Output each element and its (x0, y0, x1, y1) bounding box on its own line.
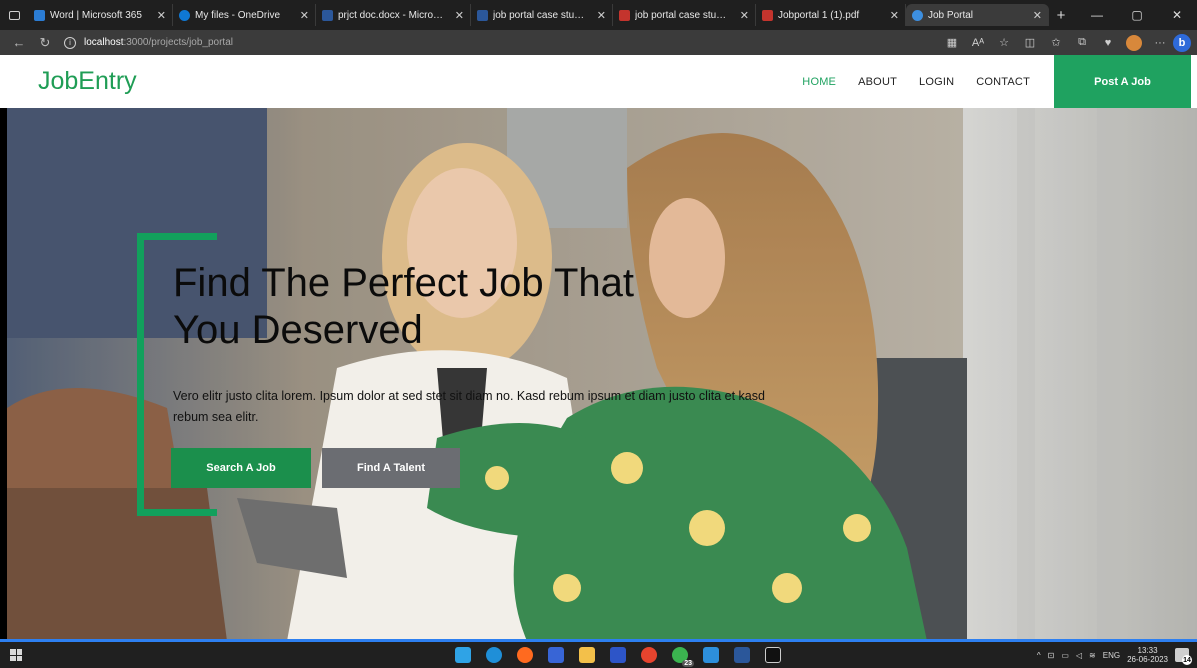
teams-icon[interactable] (548, 647, 564, 663)
tab-title: prjct doc.docx - Microsoft (338, 9, 446, 21)
onedrive-icon (179, 9, 190, 21)
post-job-button[interactable]: Post A Job (1054, 55, 1191, 108)
globe-icon (912, 9, 923, 21)
meet-icon[interactable]: ⊡ (1048, 651, 1055, 660)
heart-icon[interactable]: ♥ (1095, 37, 1121, 49)
read-aloud-icon[interactable]: Aᴬ (965, 37, 991, 49)
nav-login[interactable]: LOGIN (919, 76, 954, 88)
browser-tab[interactable]: Word | Microsoft 365 ✕ (28, 4, 173, 26)
clock-date: 26-06-2023 (1127, 655, 1168, 664)
refresh-icon[interactable]: ↻ (32, 35, 58, 51)
nav-home[interactable]: HOME (802, 76, 836, 88)
collections-icon[interactable]: ⧉ (1069, 36, 1095, 49)
wifi-icon[interactable]: ≋ (1089, 651, 1096, 660)
nav-links: HOME ABOUT LOGIN CONTACT Post A Job (802, 55, 1197, 108)
hero-title-line-2: You Deserved (173, 308, 423, 352)
tab-title: My files - OneDrive (195, 9, 281, 21)
word-icon (34, 9, 45, 21)
browser-tabstrip: Word | Microsoft 365 ✕ My files - OneDri… (0, 0, 1197, 30)
whatsapp-badge: 23 (682, 660, 694, 667)
tab-actions-icon[interactable] (0, 0, 28, 30)
windows-taskbar: 23 ^ ⊡ ▭ ◁ ≋ ENG 13:33 26-06-2023 14 (0, 642, 1197, 668)
url-path: :3000/projects/job_portal (123, 37, 233, 48)
taskbar-apps: 23 (455, 642, 781, 668)
split-screen-icon[interactable]: ◫ (1017, 36, 1043, 49)
word-doc-icon (477, 9, 488, 21)
brand-logo[interactable]: JobEntry (38, 67, 137, 96)
minimize-icon[interactable]: — (1077, 8, 1117, 22)
close-window-icon[interactable]: ✕ (1157, 8, 1197, 22)
browser-tab[interactable]: job portal case study print ✕ (613, 4, 756, 26)
word-doc-icon (322, 9, 333, 21)
whatsapp-icon[interactable]: 23 (672, 647, 694, 667)
close-icon[interactable]: ✕ (455, 9, 464, 22)
file-explorer-icon[interactable] (579, 647, 595, 663)
url-field[interactable]: i localhost:3000/projects/job_portal (64, 33, 939, 53)
tab-title: Job Portal (928, 9, 974, 21)
find-talent-button[interactable]: Find A Talent (322, 448, 460, 488)
app-icon[interactable] (610, 647, 626, 663)
browser-tab[interactable]: Jobportal 1 (1).pdf ✕ (756, 4, 906, 26)
notification-count: 14 (1182, 655, 1192, 665)
pdf-icon (762, 9, 773, 21)
tab-title: job portal case study print (635, 9, 731, 21)
edge-icon[interactable] (486, 647, 502, 663)
hero-section: Find The Perfect Job That You Deserved V… (7, 108, 1197, 641)
maximize-icon[interactable]: ▢ (1117, 8, 1157, 22)
nav-about[interactable]: ABOUT (858, 76, 897, 88)
site-navbar: JobEntry HOME ABOUT LOGIN CONTACT Post A… (0, 55, 1197, 108)
firefox-icon[interactable] (517, 647, 533, 663)
bing-icon[interactable]: b (1173, 33, 1191, 52)
store-icon[interactable] (455, 647, 471, 663)
browser-toolbar: ▦ Aᴬ ☆ ◫ ✩ ⧉ ♥ ··· b (939, 33, 1191, 52)
close-icon[interactable]: ✕ (740, 9, 749, 22)
more-icon[interactable]: ··· (1147, 37, 1173, 49)
notification-icon[interactable]: 14 (1175, 648, 1192, 665)
hero-title: Find The Perfect Job That You Deserved (173, 260, 793, 354)
tab-title: Word | Microsoft 365 (50, 9, 142, 21)
profile-avatar[interactable] (1126, 34, 1142, 51)
vscode-icon[interactable] (703, 647, 719, 663)
close-icon[interactable]: ✕ (300, 9, 309, 22)
hero-description: Vero elitr justo clita lorem. Ipsum dolo… (173, 389, 765, 424)
browser-tab-active[interactable]: Job Portal ✕ (906, 4, 1049, 26)
system-tray: ^ ⊡ ▭ ◁ ≋ ENG 13:33 26-06-2023 14 (1037, 646, 1192, 665)
window-controls: — ▢ ✕ (1077, 8, 1197, 22)
close-icon[interactable]: ✕ (157, 9, 166, 22)
address-bar: ← ↻ i localhost:3000/projects/job_portal… (0, 30, 1197, 55)
close-icon[interactable]: ✕ (890, 9, 899, 22)
hero-title-line-1: Find The Perfect Job That (173, 261, 634, 305)
browser-tab[interactable]: job portal case study print ✕ (471, 4, 613, 26)
close-icon[interactable]: ✕ (597, 9, 606, 22)
clock-time: 13:33 (1137, 646, 1158, 655)
chrome-icon[interactable] (641, 647, 657, 663)
search-job-button[interactable]: Search A Job (171, 448, 311, 488)
pdf-icon (619, 9, 630, 21)
tab-title: Jobportal 1 (1).pdf (778, 9, 860, 21)
browser-tab[interactable]: prjct doc.docx - Microsoft ✕ (316, 4, 471, 26)
start-icon[interactable] (10, 649, 22, 661)
back-icon[interactable]: ← (6, 35, 32, 50)
url-host: localhost (84, 37, 124, 48)
browser-tab[interactable]: My files - OneDrive ✕ (173, 4, 316, 26)
tab-title: job portal case study print (493, 9, 588, 21)
reader-view-icon[interactable]: ▦ (939, 36, 965, 49)
info-icon[interactable]: i (64, 36, 76, 49)
volume-icon[interactable]: ◁ (1076, 651, 1082, 660)
chevron-up-icon[interactable]: ^ (1037, 651, 1041, 660)
clock[interactable]: 13:33 26-06-2023 (1127, 646, 1168, 664)
language-indicator[interactable]: ENG (1103, 651, 1120, 660)
word-taskbar-icon[interactable] (734, 647, 750, 663)
battery-icon[interactable]: ▭ (1061, 651, 1069, 660)
nav-contact[interactable]: CONTACT (976, 76, 1030, 88)
close-icon[interactable]: ✕ (1033, 9, 1042, 22)
favorite-star-icon[interactable]: ☆ (991, 36, 1017, 49)
favorites-icon[interactable]: ✩ (1043, 36, 1069, 49)
new-tab-button[interactable]: + (1049, 7, 1073, 24)
terminal-icon[interactable] (765, 647, 781, 663)
